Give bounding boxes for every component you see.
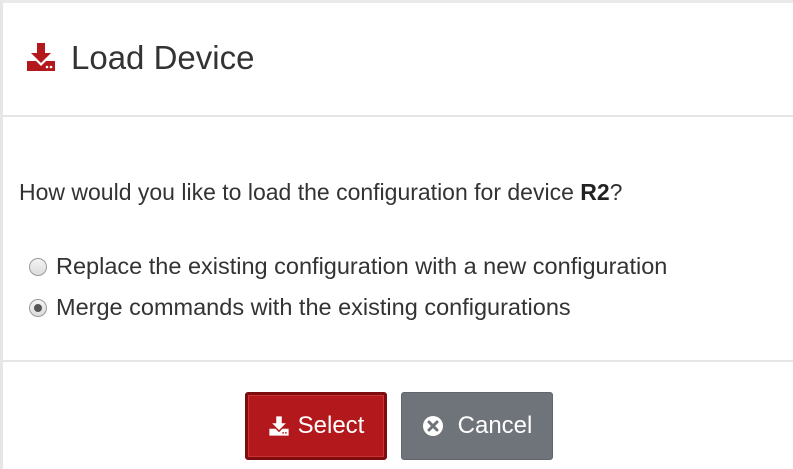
download-icon: [268, 415, 290, 437]
question-suffix: ?: [609, 179, 623, 205]
select-button-label: Select: [297, 412, 365, 439]
cancel-button-label: Cancel: [457, 412, 533, 439]
cancel-button[interactable]: Cancel: [401, 392, 553, 460]
device-name: R2: [580, 179, 610, 205]
dialog-title: Load Device: [71, 39, 255, 76]
dialog-header: Load Device: [3, 3, 793, 117]
dialog-footer: Select Cancel: [3, 362, 793, 469]
dialog-body: How would you like to load the configura…: [3, 117, 793, 362]
option-replace-label: Replace the existing configuration with …: [56, 253, 668, 279]
load-device-dialog: Load Device How would you like to load t…: [0, 0, 793, 469]
question-prefix: How would you like to load the configura…: [19, 179, 581, 205]
option-merge-label: Merge commands with the existing configu…: [56, 294, 571, 320]
option-merge[interactable]: Merge commands with the existing configu…: [29, 294, 571, 321]
download-icon: [25, 41, 57, 73]
select-button[interactable]: Select: [245, 392, 387, 460]
load-question: How would you like to load the configura…: [19, 179, 622, 206]
times-circle-icon: [422, 415, 444, 437]
option-replace[interactable]: Replace the existing configuration with …: [29, 253, 667, 280]
radio-replace[interactable]: [29, 257, 47, 276]
radio-merge[interactable]: [29, 298, 47, 317]
